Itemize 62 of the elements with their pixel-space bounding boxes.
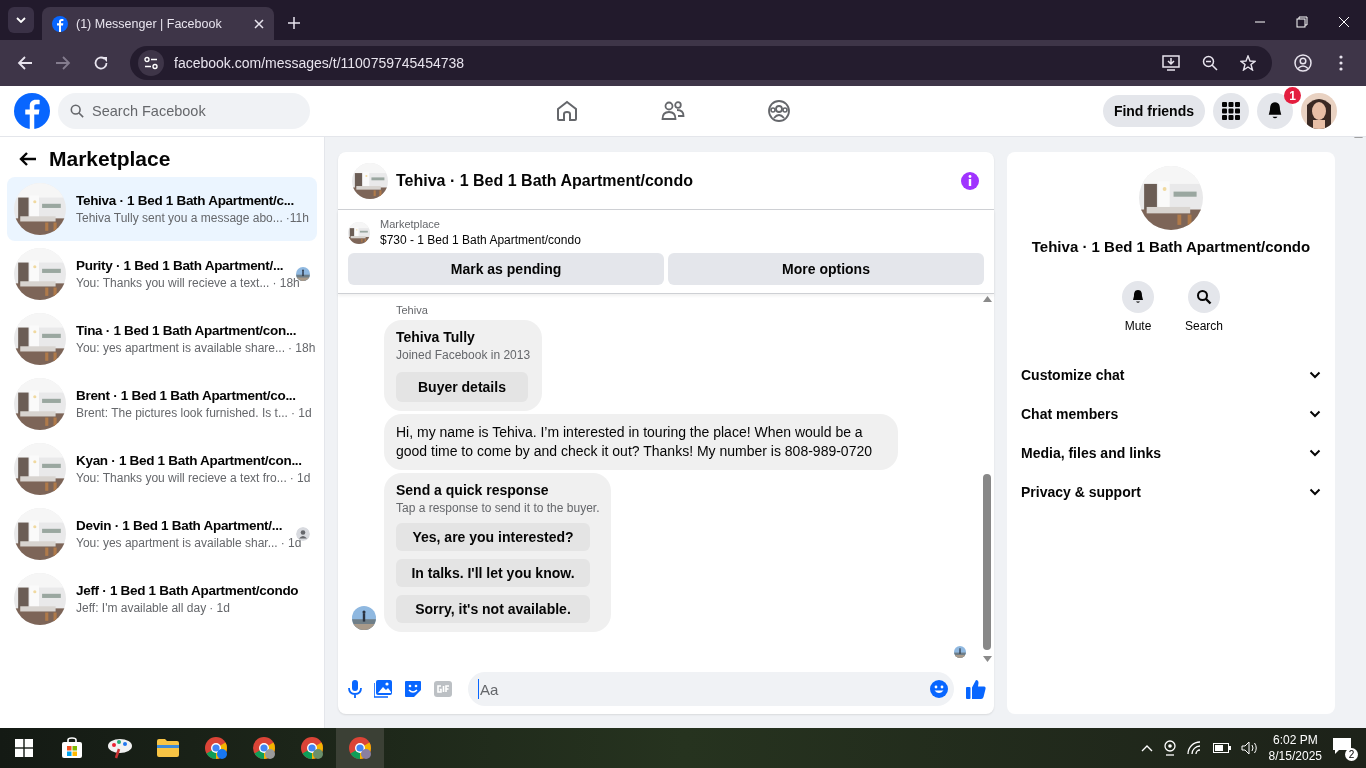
search-placeholder: Search Facebook — [92, 103, 206, 119]
tab-title: (1) Messenger | Facebook — [76, 16, 223, 31]
conversation-title: Tina · 1 Bed 1 Bath Apartment/con... — [76, 323, 298, 338]
conversation-item[interactable]: Kyan · 1 Bed 1 Bath Apartment/con... You: Thanks you will recieve a text fro... · 1d — [7, 437, 317, 501]
message-input[interactable]: Aa — [478, 679, 930, 699]
listing-label: Marketplace — [380, 218, 441, 230]
details-section[interactable]: Media, files and links — [1007, 433, 1335, 472]
conversation-title: Brent · 1 Bed 1 Bath Apartment/co... — [76, 388, 297, 403]
buyer-details-button[interactable]: Buyer details — [396, 372, 528, 402]
message-preview: You: Thanks you will recieve a text... — [76, 276, 270, 290]
details-section[interactable]: Chat members — [1007, 394, 1335, 433]
clock[interactable]: 6:02 PM 8/15/2025 — [1268, 732, 1322, 764]
notification-badge: 1 — [1284, 87, 1301, 104]
message-time: ·11h — [285, 211, 309, 225]
conversation-item[interactable]: Jeff · 1 Bed 1 Bath Apartment/condo Jeff: I'm available all day · 1d — [7, 567, 317, 631]
message-preview: Tehiva Tully sent you a message abo... — [76, 211, 283, 225]
conversation-item[interactable]: Purity · 1 Bed 1 Bath Apartment/... You: Thanks you will recieve a text... · 18h — [7, 242, 317, 306]
listing-action-button[interactable]: Mark as pending — [348, 253, 664, 285]
conversation-title: Devin · 1 Bed 1 Bath Apartment/... — [76, 518, 284, 533]
message-field[interactable]: Aa — [468, 672, 954, 706]
quick-reply-button[interactable]: In talks. I'll let you know. — [396, 559, 590, 587]
message-time: · 18h — [288, 341, 316, 355]
conversation-title: Purity · 1 Bed 1 Bath Apartment/... — [76, 258, 285, 273]
url-text: facebook.com/messages/t/1100759745454738 — [174, 55, 466, 71]
chat-title: Tehiva · 1 Bed 1 Bath Apartment/condo — [396, 171, 694, 190]
quick-response-hint: Tap a response to send it to the buyer. — [396, 501, 600, 515]
message-preview: You: Thanks you will recieve a text fro... — [76, 471, 287, 485]
message-time: · 1d — [289, 471, 311, 485]
conversation-item[interactable]: Brent · 1 Bed 1 Bath Apartment/co... Brent: The pictures look furnished. Is t... · 1d — [7, 372, 317, 436]
message-time: · 1d — [280, 536, 302, 550]
message-bubble: Hi, my name is Tehiva. I’m interested in touring the place! When would be a good time to come by and check it out? Thanks! My number is 808-989-0720 — [384, 414, 898, 470]
details-section[interactable]: Customize chat — [1007, 355, 1335, 394]
buyer-joined: Joined Facebook in 2013 — [396, 348, 531, 362]
address-bar[interactable]: facebook.com/messages/t/1100759745454738 — [130, 46, 1272, 80]
message-time: · 18h — [272, 276, 300, 290]
chat-name: Tehiva · 1 Bed 1 Bath Apartment/condo — [1031, 238, 1311, 255]
search-field[interactable]: Search Facebook — [58, 93, 310, 129]
message-preview: Brent: The pictures look furnished. Is t... — [76, 406, 288, 420]
browser-tab[interactable]: (1) Messenger | Facebook — [42, 7, 274, 40]
listing-title[interactable]: $730 - 1 Bed 1 Bath Apartment/condo — [380, 233, 581, 247]
conversation-title: Jeff · 1 Bed 1 Bath Apartment/condo — [76, 583, 300, 598]
message-preview: You: yes apartment is available shar... — [76, 536, 278, 550]
search-button[interactable]: Search — [1182, 281, 1226, 333]
buyer-name: Tehiva Tully — [396, 329, 476, 345]
message-preview: Jeff: I'm available all day — [76, 601, 207, 615]
message-time: · 1d — [209, 601, 230, 615]
quick-reply-button[interactable]: Sorry, it's not available. — [396, 595, 590, 623]
sidebar-title: Marketplace — [49, 147, 171, 171]
conversation-title: Kyan · 1 Bed 1 Bath Apartment/con... — [76, 453, 303, 468]
find-friends-button[interactable]: Find friends — [1102, 95, 1205, 127]
quick-response-title: Send a quick response — [396, 482, 550, 498]
conversation-title: Tehiva · 1 Bed 1 Bath Apartment/c... — [76, 193, 295, 208]
conversation-item[interactable]: Tehiva · 1 Bed 1 Bath Apartment/c... Tehiva Tully sent you a message abo... ·11h — [7, 177, 317, 241]
conversation-item[interactable]: Devin · 1 Bed 1 Bath Apartment/... You: yes apartment is available shar... · 1d — [7, 502, 317, 566]
quick-reply-button[interactable]: Yes, are you interested? — [396, 523, 590, 551]
details-section[interactable]: Privacy & support — [1007, 472, 1335, 511]
mute-button[interactable]: Mute — [1116, 281, 1160, 333]
message-preview: You: yes apartment is available share... — [76, 341, 285, 355]
listing-action-button[interactable]: More options — [668, 253, 984, 285]
message-time: · 1d — [290, 406, 312, 420]
sender-name: Tehiva — [396, 304, 429, 316]
conversation-item[interactable]: Tina · 1 Bed 1 Bath Apartment/con... You: yes apartment is available share... · 18h — [7, 307, 317, 371]
